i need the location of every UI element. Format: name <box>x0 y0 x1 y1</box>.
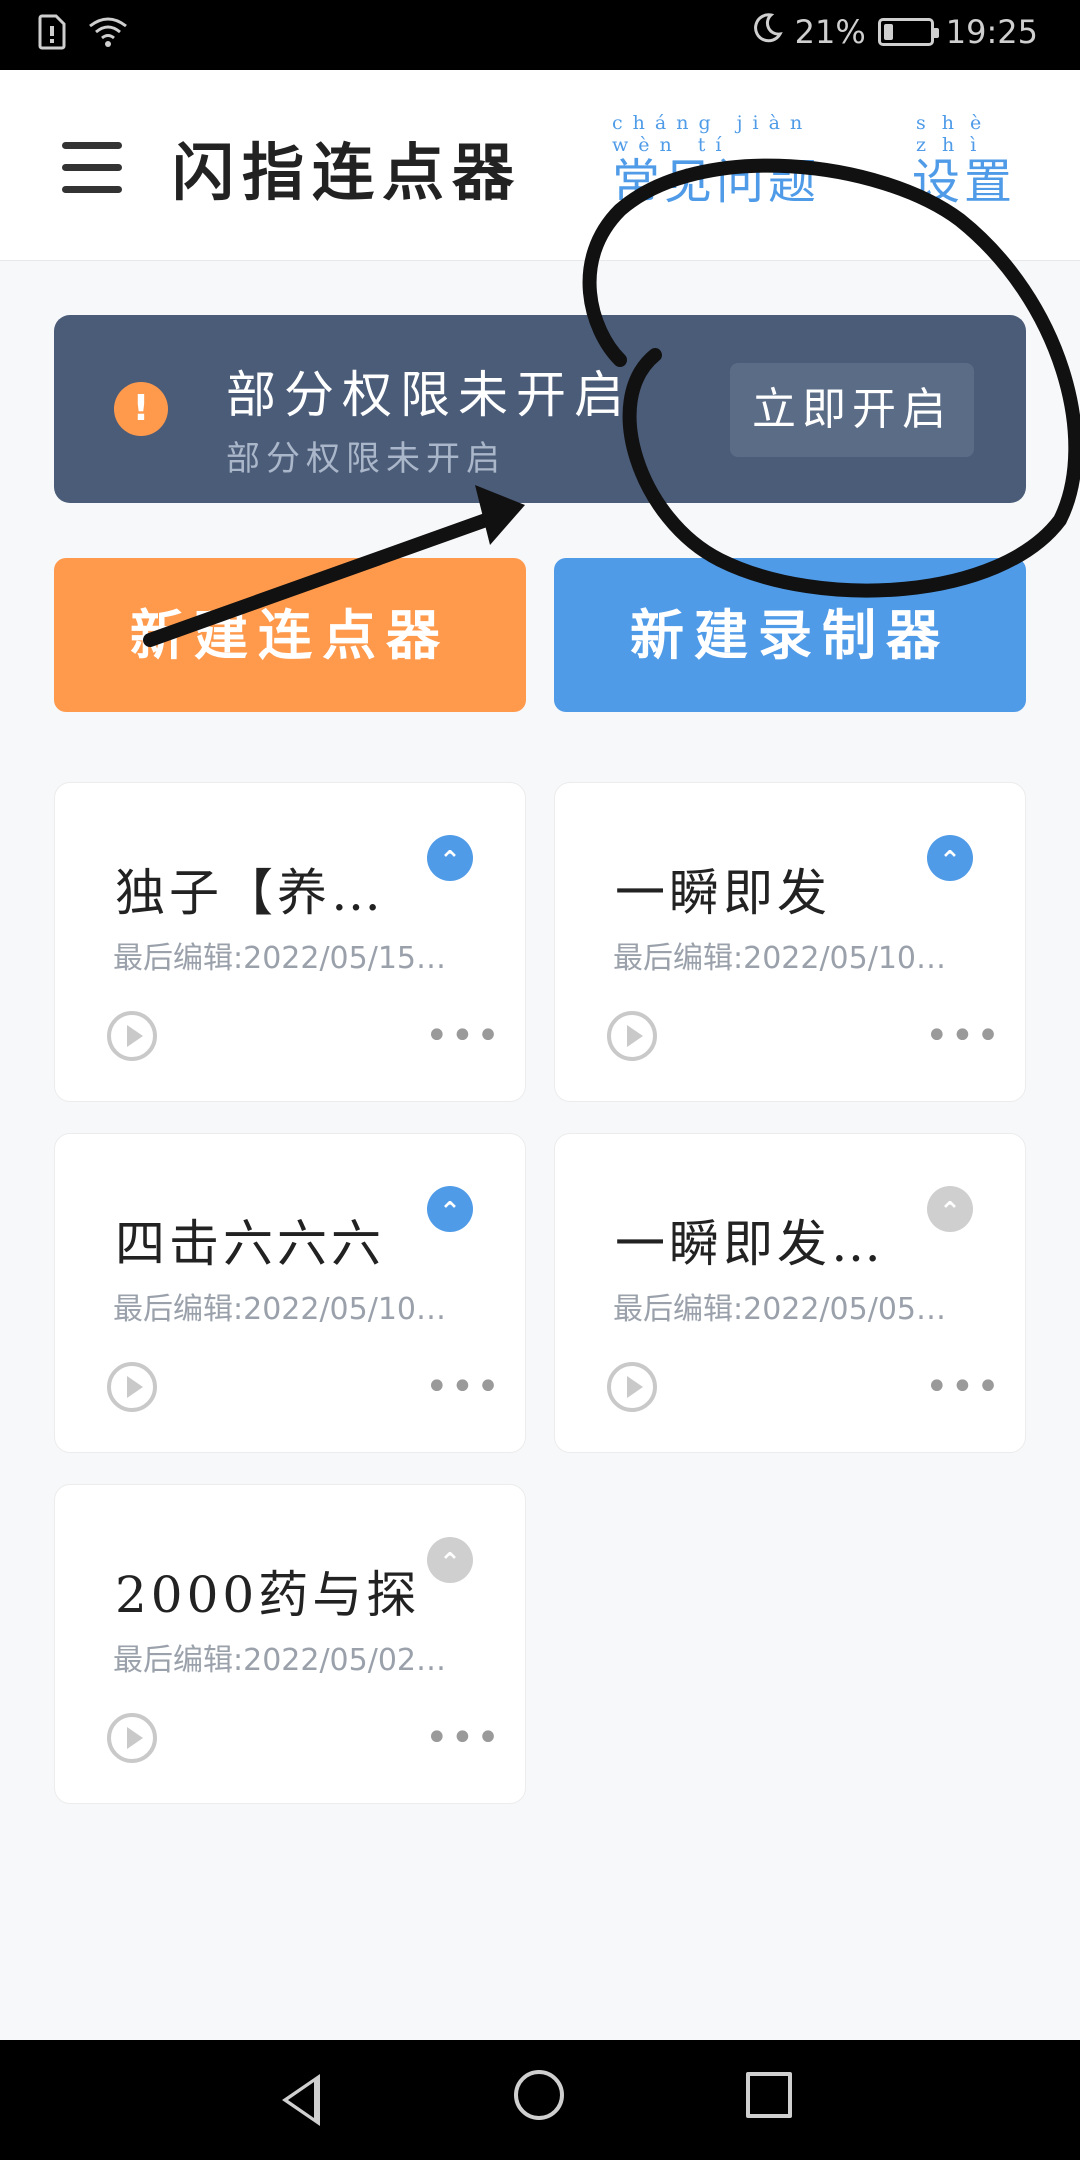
exclamation-icon: ! <box>114 382 168 436</box>
card-title: 一瞬即发… <box>615 1215 885 1273</box>
card-last-edited: 最后编辑:2022/05/10… <box>613 941 947 976</box>
back-icon[interactable] <box>282 2074 320 2126</box>
app-header: 闪指连点器 cháng jiàn wèn tí 常见问题 shè zhì 设置 <box>0 70 1080 261</box>
hamburger-icon[interactable] <box>62 142 122 196</box>
status-bar: 21% 19:25 <box>0 0 1080 70</box>
battery-icon <box>877 18 939 46</box>
settings-pinyin: shè zhì <box>916 112 998 156</box>
more-dots-icon[interactable]: ••• <box>425 1367 502 1407</box>
faq-label: 常见问题 <box>612 154 821 210</box>
card-title: 一瞬即发 <box>615 864 831 922</box>
settings-link[interactable]: shè zhì 设置 <box>912 112 1017 212</box>
battery-percent: 21% <box>794 13 866 51</box>
wifi-icon <box>88 16 128 52</box>
play-icon[interactable] <box>607 1011 657 1061</box>
sim-icon <box>38 14 66 54</box>
clock: 19:25 <box>945 13 1038 51</box>
banner-subtitle: 部分权限未开启 <box>226 439 506 479</box>
system-nav-bar <box>0 2040 1080 2160</box>
pin-top-icon[interactable]: ⌄ <box>427 1186 473 1232</box>
home-icon[interactable] <box>514 2070 564 2120</box>
script-card[interactable]: 四击六六六 ⌄ 最后编辑:2022/05/10… ••• <box>54 1133 526 1453</box>
script-card[interactable]: 独子【养… ⌄ 最后编辑:2022/05/15… ••• <box>54 782 526 1102</box>
card-last-edited: 最后编辑:2022/05/05… <box>613 1292 947 1327</box>
more-dots-icon[interactable]: ••• <box>925 1367 1002 1407</box>
pin-top-icon[interactable]: ⌄ <box>927 835 973 881</box>
script-card[interactable]: 2000药与探 ⌄ 最后编辑:2022/05/02… ••• <box>54 1484 526 1804</box>
pin-top-icon[interactable]: ⌄ <box>427 835 473 881</box>
card-title: 2000药与探 <box>115 1566 421 1624</box>
card-last-edited: 最后编辑:2022/05/02… <box>113 1643 447 1678</box>
play-icon[interactable] <box>107 1713 157 1763</box>
enable-now-button[interactable]: 立即开启 <box>730 363 974 457</box>
faq-link[interactable]: cháng jiàn wèn tí 常见问题 <box>612 112 821 212</box>
permission-banner: ! 部分权限未开启 部分权限未开启 立即开启 <box>54 315 1026 503</box>
faq-pinyin: cháng jiàn wèn tí <box>612 112 813 156</box>
new-clicker-button[interactable]: 新建连点器 <box>54 558 526 712</box>
more-dots-icon[interactable]: ••• <box>425 1016 502 1056</box>
pin-top-icon[interactable]: ⌄ <box>427 1537 473 1583</box>
more-dots-icon[interactable]: ••• <box>925 1016 1002 1056</box>
play-icon[interactable] <box>107 1011 157 1061</box>
card-title: 独子【养… <box>115 864 385 922</box>
settings-label: 设置 <box>912 154 1017 210</box>
recents-icon[interactable] <box>746 2072 792 2118</box>
script-card[interactable]: 一瞬即发 ⌄ 最后编辑:2022/05/10… ••• <box>554 782 1026 1102</box>
banner-title: 部分权限未开启 <box>226 366 632 424</box>
app-title: 闪指连点器 <box>172 136 523 209</box>
card-last-edited: 最后编辑:2022/05/10… <box>113 1292 447 1327</box>
script-card[interactable]: 一瞬即发… ⌄ 最后编辑:2022/05/05… ••• <box>554 1133 1026 1453</box>
card-title: 四击六六六 <box>115 1215 385 1273</box>
pin-top-icon[interactable]: ⌄ <box>927 1186 973 1232</box>
more-dots-icon[interactable]: ••• <box>425 1718 502 1758</box>
play-icon[interactable] <box>607 1362 657 1412</box>
card-last-edited: 最后编辑:2022/05/15… <box>113 941 447 976</box>
battery-fill <box>883 24 894 40</box>
do-not-disturb-icon <box>751 12 783 52</box>
new-recorder-button[interactable]: 新建录制器 <box>554 558 1026 712</box>
play-icon[interactable] <box>107 1362 157 1412</box>
